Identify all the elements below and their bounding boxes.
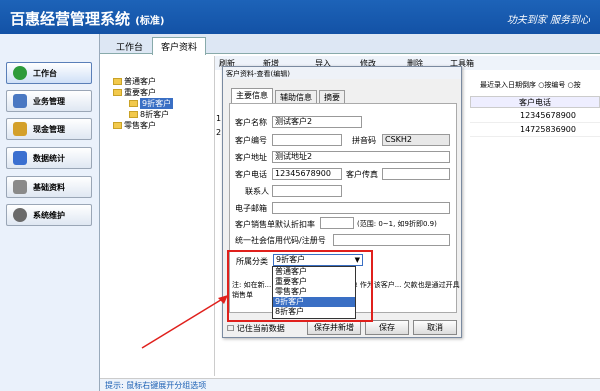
- discount-label: 客户销售单默认折扣率: [235, 220, 315, 229]
- sidebar-label: 现金管理: [33, 124, 65, 134]
- folder-icon: [113, 122, 122, 129]
- table-row[interactable]: 12345678900: [470, 111, 600, 123]
- tree-item-common[interactable]: 普通客户: [113, 76, 156, 87]
- edition-text: (标准): [135, 16, 165, 27]
- contact-label: 联系人: [245, 187, 269, 196]
- email-field[interactable]: [272, 202, 450, 214]
- tab-main-info[interactable]: 主要信息: [231, 88, 273, 103]
- code-field[interactable]: [272, 134, 342, 146]
- highlight-box: [227, 250, 373, 322]
- credit-label: 统一社会信用代码/注册号: [235, 236, 326, 245]
- fax-label: 客户传真: [346, 170, 378, 179]
- address-field[interactable]: 测试地址2: [272, 151, 450, 163]
- title-text: 百惠经营管理系统: [10, 10, 131, 28]
- sidebar-item-basic[interactable]: 基础资料: [6, 176, 92, 198]
- sidebar-label: 数据统计: [33, 153, 65, 163]
- sidebar-label: 系统维护: [33, 210, 65, 220]
- cash-icon: [13, 122, 27, 136]
- dialog-title: 客户资料-查看(编辑): [223, 67, 461, 79]
- tree-label: 零售客户: [124, 121, 156, 130]
- tab-bar: 工作台 客户资料: [100, 34, 600, 55]
- discount-hint: (范围: 0~1, 如9折即0.9): [357, 220, 437, 228]
- chart-icon: [13, 151, 27, 165]
- folder-icon: [113, 78, 122, 85]
- tree-label: 8折客户: [140, 110, 170, 119]
- sidebar-label: 基础资料: [33, 182, 65, 192]
- app-title: 百惠经营管理系统 (标准): [10, 8, 164, 29]
- name-label: 客户名称: [235, 118, 267, 127]
- status-bar: 提示: 鼠标右键展开分组选项: [100, 378, 600, 391]
- remember-checkbox[interactable]: ☐ 记住当前数据: [227, 323, 285, 334]
- tab-customer[interactable]: 客户资料: [152, 37, 207, 55]
- tree-label: 9折客户: [140, 98, 174, 109]
- phone-label: 客户电话: [235, 170, 267, 179]
- sidebar-label: 业务管理: [33, 96, 65, 106]
- tab-aux-info[interactable]: 辅助信息: [275, 90, 317, 103]
- row-number: 2: [216, 128, 222, 137]
- table-row[interactable]: 14725836900: [470, 125, 600, 137]
- sidebar-item-cash[interactable]: 现金管理: [6, 118, 92, 140]
- sidebar-item-workbench[interactable]: 工作台: [6, 62, 92, 84]
- name-field[interactable]: 测试客户2: [272, 116, 362, 128]
- save-button[interactable]: 保存: [365, 320, 409, 335]
- remember-label: 记住当前数据: [236, 324, 285, 333]
- tree-label: 重要客户: [124, 88, 156, 97]
- credit-field[interactable]: [333, 234, 450, 246]
- slogan: 功夫到家 服务到心: [506, 15, 590, 26]
- tab-summary[interactable]: 摘要: [319, 90, 345, 103]
- row-number: 1: [216, 114, 222, 123]
- check-icon: [13, 66, 27, 80]
- status-text: 提示: 鼠标右键展开分组选项: [105, 381, 207, 390]
- phone-column-header[interactable]: 客户电话: [470, 96, 600, 108]
- cancel-button[interactable]: 取消: [413, 320, 457, 335]
- folder-icon: [129, 111, 138, 118]
- pinyin-field[interactable]: CSKH2: [382, 134, 450, 146]
- tree-item-important[interactable]: 重要客户: [113, 87, 156, 98]
- fax-field[interactable]: [382, 168, 450, 180]
- sidebar-item-business[interactable]: 业务管理: [6, 90, 92, 112]
- sidebar: 工作台 业务管理 现金管理 数据统计 基础资料 系统维护: [0, 34, 100, 391]
- pinyin-label: 拼音码: [352, 136, 376, 145]
- sidebar-item-system[interactable]: 系统维护: [6, 204, 92, 226]
- address-label: 客户地址: [235, 153, 267, 162]
- code-label: 客户编号: [235, 136, 267, 145]
- email-label: 电子邮箱: [235, 204, 267, 213]
- sidebar-item-stats[interactable]: 数据统计: [6, 147, 92, 169]
- tab-workbench[interactable]: 工作台: [108, 38, 151, 54]
- folder-icon: [129, 100, 138, 107]
- tree-label: 普通客户: [124, 77, 156, 86]
- app-header: 百惠经营管理系统 (标准) 功夫到家 服务到心: [0, 0, 600, 34]
- save-new-button[interactable]: 保存并新增: [307, 320, 361, 335]
- arrow-icon: [141, 295, 228, 349]
- folder-icon: [113, 89, 122, 96]
- tree-item-retail[interactable]: 零售客户: [113, 120, 156, 131]
- sort-options[interactable]: 最近录入日期倒序 ○按编号 ○按: [480, 80, 581, 90]
- phone-field[interactable]: 12345678900: [272, 168, 342, 180]
- tree-item-eight[interactable]: 8折客户: [129, 109, 169, 120]
- contact-field[interactable]: [272, 185, 342, 197]
- sidebar-label: 工作台: [33, 68, 57, 78]
- tag-icon: [13, 180, 27, 194]
- business-icon: [13, 94, 27, 108]
- gear-icon: [13, 208, 27, 222]
- tree-item-nine[interactable]: 9折客户: [129, 98, 174, 109]
- discount-field[interactable]: [320, 217, 354, 229]
